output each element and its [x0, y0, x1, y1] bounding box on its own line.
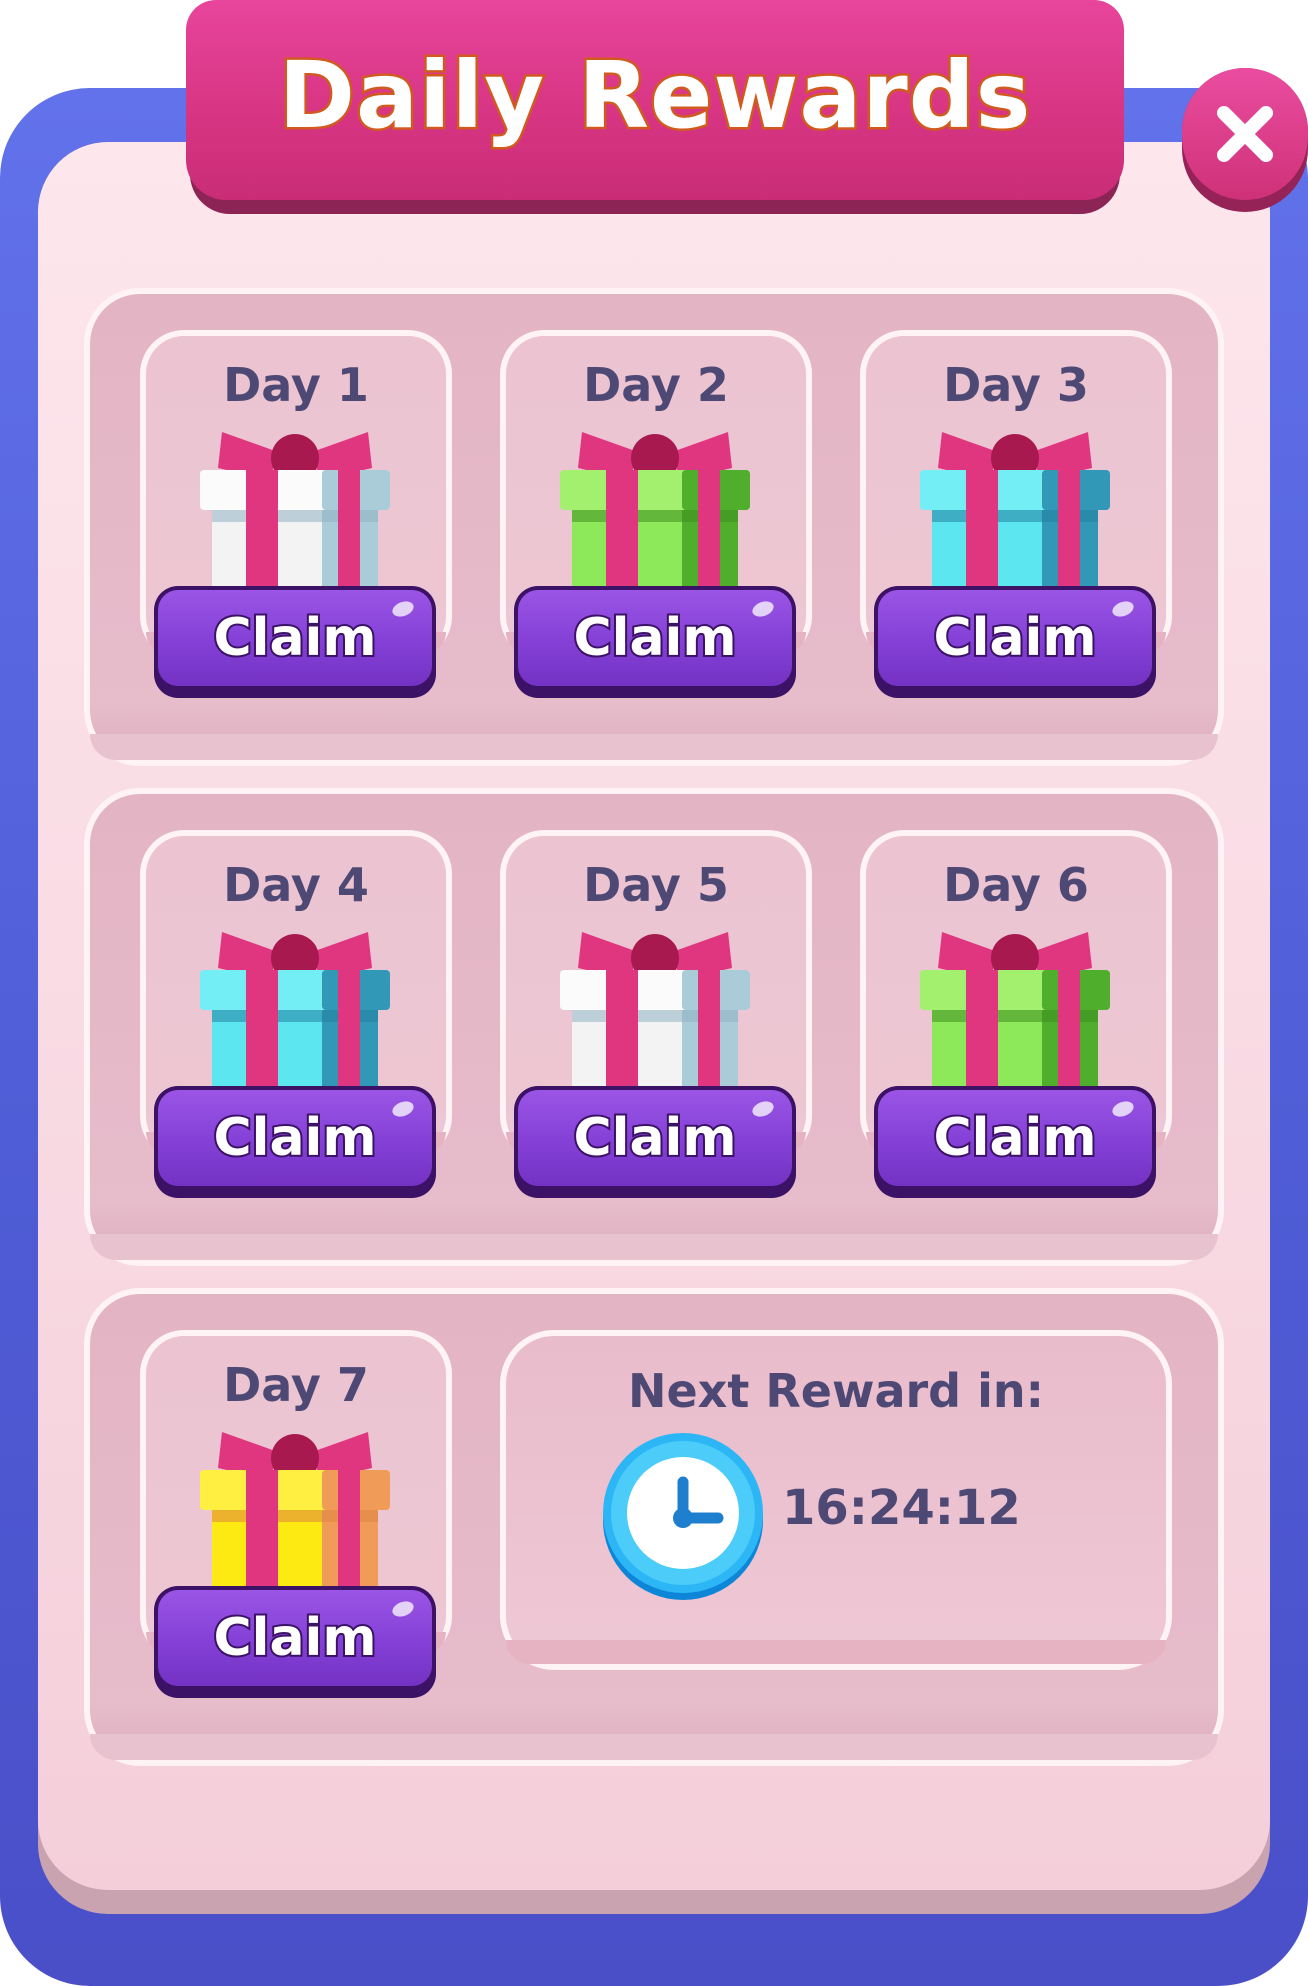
- gift-box-icon: [920, 432, 1110, 596]
- day-label: Day 2: [583, 358, 729, 412]
- claim-button[interactable]: Claim: [874, 1086, 1156, 1198]
- claim-label: Claim: [571, 606, 738, 670]
- next-reward-label: Next Reward in:: [627, 1364, 1045, 1418]
- claim-button[interactable]: Claim: [874, 586, 1156, 698]
- reward-card-day-4: Day 4 Claim: [140, 830, 452, 1198]
- gift-box-icon: [200, 432, 390, 596]
- claim-label: Claim: [571, 1106, 738, 1170]
- claim-button[interactable]: Claim: [154, 1086, 436, 1198]
- next-reward-card: Next Reward in: 16:24:12: [500, 1330, 1172, 1670]
- gift-box-icon: [920, 932, 1110, 1096]
- claim-button[interactable]: Claim: [514, 1086, 796, 1198]
- gift-box-icon: [200, 1432, 390, 1596]
- close-button[interactable]: [1182, 68, 1308, 200]
- window-title: Daily Rewards: [276, 39, 1033, 151]
- reward-card-day-7: Day 7 Claim: [140, 1330, 452, 1698]
- claim-button[interactable]: Claim: [514, 586, 796, 698]
- clock-icon: [603, 1433, 763, 1600]
- claim-label: Claim: [211, 1106, 378, 1170]
- close-icon: [1217, 106, 1273, 162]
- day-label: Day 1: [223, 358, 369, 412]
- reward-card-day-1: Day 1 Claim: [140, 330, 452, 698]
- reward-card-day-2: Day 2 Claim: [500, 330, 812, 698]
- claim-label: Claim: [211, 606, 378, 670]
- gift-box-icon: [560, 432, 750, 596]
- countdown-timer: 16:24:12: [782, 1480, 1021, 1536]
- claim-button[interactable]: Claim: [154, 586, 436, 698]
- reward-card-day-6: Day 6 Claim: [860, 830, 1172, 1198]
- day-label: Day 4: [223, 858, 369, 912]
- reward-card-day-5: Day 5 Claim: [500, 830, 812, 1198]
- day-label: Day 7: [223, 1358, 369, 1412]
- claim-label: Claim: [931, 606, 1098, 670]
- claim-label: Claim: [211, 1606, 378, 1670]
- day-label: Day 6: [943, 858, 1089, 912]
- day-label: Day 5: [583, 858, 729, 912]
- reward-card-day-3: Day 3 Claim: [860, 330, 1172, 698]
- claim-button[interactable]: Claim: [154, 1586, 436, 1698]
- claim-label: Claim: [931, 1106, 1098, 1170]
- gift-box-icon: [200, 932, 390, 1096]
- title-banner: Daily Rewards: [186, 0, 1124, 200]
- day-label: Day 3: [943, 358, 1089, 412]
- gift-box-icon: [560, 932, 750, 1096]
